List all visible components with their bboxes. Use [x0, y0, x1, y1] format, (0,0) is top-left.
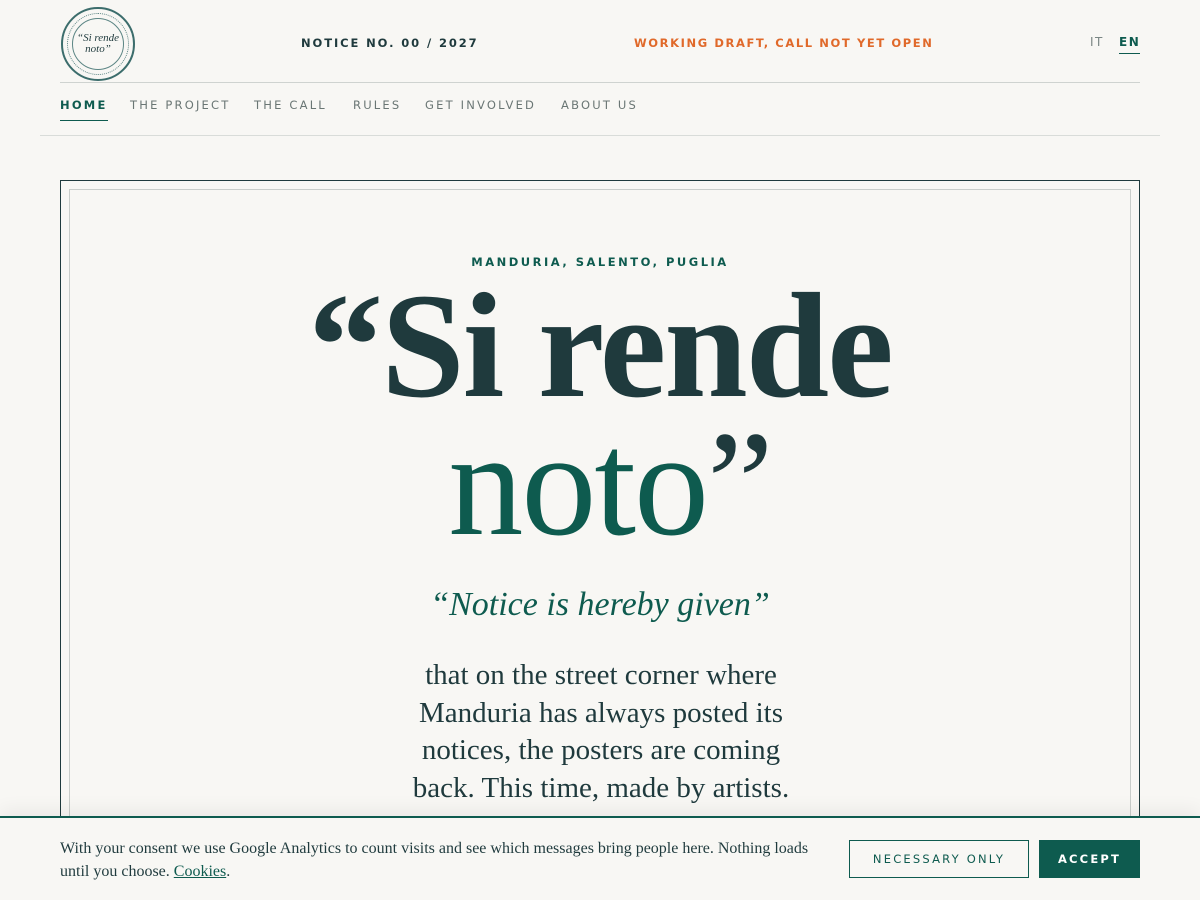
necessary-only-button[interactable]: NECESSARY ONLY — [849, 840, 1029, 878]
nav-item-the-call[interactable]: THE CALL — [254, 98, 327, 120]
nav-item-rules[interactable]: RULES — [353, 98, 401, 120]
main-nav: HOME THE PROJECT THE CALL RULES GET INVO… — [40, 83, 1160, 136]
hero-poster-frame: MANDURIA, SALENTO, PUGLIA “Si rende noto… — [60, 180, 1140, 860]
hero-intro-text: that on the street corner where Manduria… — [412, 659, 790, 804]
hero-headline-line-1: “Si rende — [308, 263, 893, 429]
cookies-link[interactable]: Cookies — [174, 863, 226, 880]
hero-headline-close-quote: ” — [707, 401, 774, 567]
cookie-message-text: With your consent we use Google Analytic… — [60, 840, 809, 880]
hero-headline-noto: noto — [448, 401, 709, 567]
language-it-link[interactable]: IT — [1090, 35, 1104, 49]
nav-item-about-us[interactable]: ABOUT US — [561, 98, 638, 120]
accept-button[interactable]: ACCEPT — [1039, 840, 1140, 878]
hero-subtitle: “Notice is hereby given” — [430, 586, 770, 623]
nav-item-the-project[interactable]: THE PROJECT — [130, 98, 230, 120]
cookie-consent-bar: With your consent we use Google Analytic… — [0, 816, 1200, 900]
cookie-message: With your consent we use Google Analytic… — [60, 837, 840, 883]
notice-number: NOTICE NO. 00 / 2027 — [301, 36, 479, 50]
si-rende-noto-stamp-logo[interactable]: “Si rende noto” — [61, 7, 135, 81]
hero-headline-line-2: noto” — [61, 409, 1139, 559]
cookie-message-end: . — [226, 863, 231, 880]
nav-item-home[interactable]: HOME — [60, 98, 108, 121]
nav-item-get-involved[interactable]: GET INVOLVED — [425, 98, 536, 120]
language-en-link[interactable]: EN — [1119, 35, 1141, 54]
draft-status-text: WORKING DRAFT, CALL NOT YET OPEN — [634, 36, 934, 50]
site-header: “Si rende noto” NOTICE NO. 00 / 2027 WOR… — [60, 0, 1141, 83]
stamp-label: “Si rende noto” — [76, 32, 120, 55]
